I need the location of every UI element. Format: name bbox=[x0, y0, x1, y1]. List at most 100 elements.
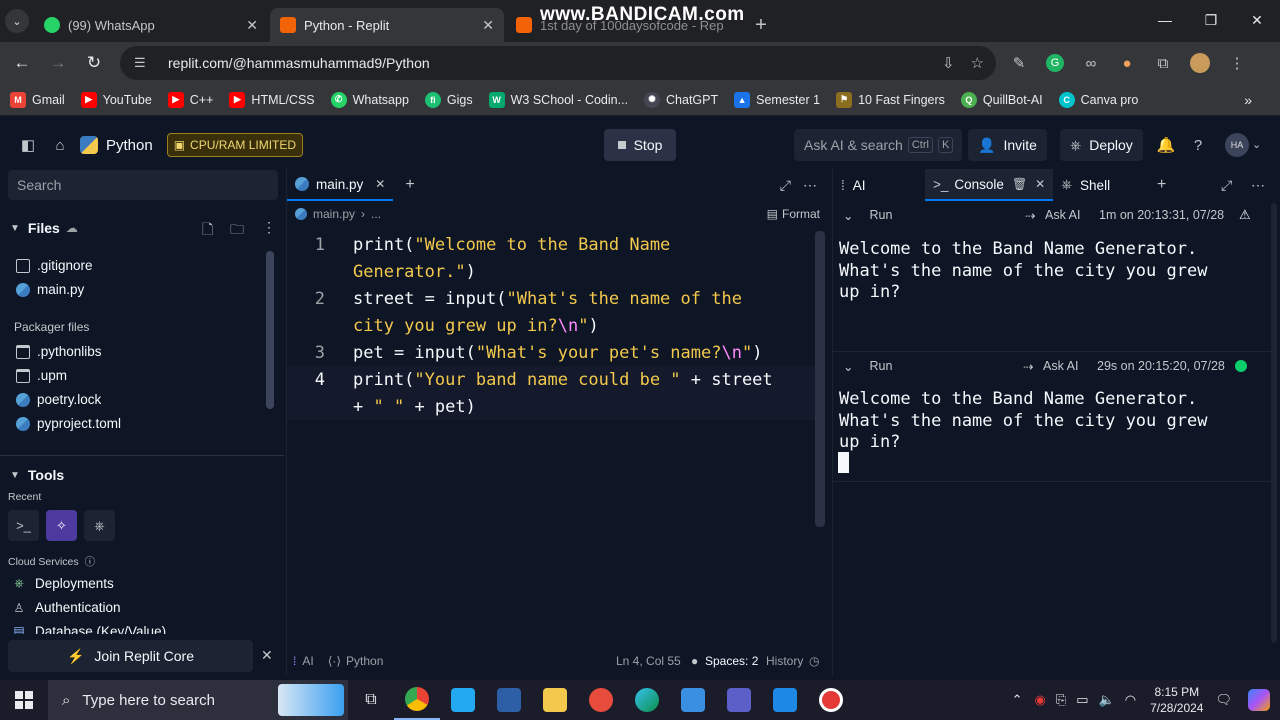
bookmark-w3school[interactable]: W W3 SChool - Codin... bbox=[488, 91, 628, 108]
taskbar-app[interactable] bbox=[716, 680, 762, 720]
battery-icon[interactable]: ▭ bbox=[1076, 692, 1088, 708]
run-header-2[interactable]: ⌄ Run ⇢ Ask AI 29s on 20:15:20, 07/28 bbox=[833, 354, 1273, 378]
close-tab-icon[interactable]: ✕ bbox=[482, 17, 494, 34]
tab-shell[interactable]: ⎈ Shell bbox=[1053, 169, 1118, 201]
toggle-sidebar-icon[interactable]: ◧ bbox=[12, 129, 44, 161]
cloud-database[interactable]: ▤ Database (Key/Value) bbox=[12, 624, 166, 634]
close-tab-icon[interactable]: ✕ bbox=[375, 177, 385, 191]
expand-icon[interactable]: ⤢ bbox=[1221, 177, 1232, 194]
file-poetry-lock[interactable]: poetry.lock bbox=[16, 392, 101, 407]
breadcrumb-more[interactable]: ... bbox=[371, 207, 381, 221]
status-language[interactable]: Python bbox=[346, 654, 383, 668]
editor-scrollbar[interactable] bbox=[815, 231, 825, 527]
more-options-icon[interactable]: ⋯ bbox=[803, 177, 817, 194]
taskbar-bandicam[interactable] bbox=[808, 680, 854, 720]
ai-tool-icon[interactable]: ✧ bbox=[46, 510, 77, 541]
taskbar-file-explorer[interactable] bbox=[532, 680, 578, 720]
file-main-py[interactable]: main.py bbox=[16, 282, 84, 297]
ask-ai-search[interactable]: Ask AI & search Ctrl K bbox=[794, 129, 962, 161]
chrome-menu-icon[interactable]: ⋮ bbox=[1228, 54, 1246, 72]
files-section-header[interactable]: ▼ Files ☁ bbox=[10, 220, 78, 236]
ask-ai-button[interactable]: Ask AI bbox=[1045, 208, 1080, 222]
new-tab-button[interactable]: + bbox=[746, 8, 776, 42]
install-app-icon[interactable]: ⇩ bbox=[942, 54, 955, 72]
bookmark-10fastfingers[interactable]: ⚑ 10 Fast Fingers bbox=[836, 91, 945, 108]
tab-main-py[interactable]: main.py ✕ bbox=[287, 169, 394, 201]
invite-button[interactable]: 👤 Invite bbox=[968, 129, 1047, 161]
taskbar-edge[interactable] bbox=[624, 680, 670, 720]
taskbar-clock[interactable]: 8:15 PM 7/28/2024 bbox=[1150, 684, 1203, 716]
new-folder-icon[interactable]: 🗀 bbox=[230, 219, 244, 243]
format-button[interactable]: ▤ Format bbox=[767, 207, 820, 221]
chevron-down-icon[interactable]: ⌄ bbox=[1252, 138, 1261, 151]
copilot-icon[interactable] bbox=[1248, 689, 1270, 711]
more-options-icon[interactable]: ⋮ bbox=[262, 219, 276, 236]
breadcrumb-file[interactable]: main.py bbox=[313, 207, 355, 221]
back-button[interactable]: ← bbox=[4, 45, 40, 81]
start-button[interactable] bbox=[0, 680, 48, 720]
infinity-extension-icon[interactable]: ∞ bbox=[1082, 54, 1100, 72]
tab-console[interactable]: >_ Console 🗑 ✕ bbox=[925, 169, 1054, 201]
bookmark-htmlcss[interactable]: ▶ HTML/CSS bbox=[229, 91, 315, 108]
close-tab-icon[interactable]: ✕ bbox=[246, 17, 258, 34]
profile-avatar[interactable] bbox=[1190, 53, 1210, 73]
reload-button[interactable]: ↻ bbox=[76, 45, 112, 81]
ask-ai-button[interactable]: Ask AI bbox=[1043, 359, 1078, 373]
taskbar-media[interactable] bbox=[762, 680, 808, 720]
sidebar-search-input[interactable]: Search bbox=[8, 170, 278, 200]
console-input-cursor[interactable] bbox=[838, 452, 849, 473]
bookmark-cpp[interactable]: ▶ C++ bbox=[167, 91, 213, 108]
bookmark-gmail[interactable]: M Gmail bbox=[10, 91, 65, 108]
grammarly-extension-icon[interactable]: G bbox=[1046, 54, 1064, 72]
status-history[interactable]: History bbox=[766, 654, 803, 668]
cloud-authentication[interactable]: ♙ Authentication bbox=[12, 600, 121, 615]
eyedropper-extension-icon[interactable]: ✎ bbox=[1010, 54, 1028, 72]
folder-upm[interactable]: .upm bbox=[16, 368, 67, 383]
address-bar[interactable]: ☰ replit.com/@hammasmuhammad9/Python ⇩ ☆ bbox=[120, 46, 996, 80]
file-pyproject-toml[interactable]: pyproject.toml bbox=[16, 416, 121, 431]
forward-button[interactable]: → bbox=[40, 45, 76, 81]
bookmark-quillbot[interactable]: Q QuillBot-AI bbox=[960, 91, 1043, 108]
bookmark-star-icon[interactable]: ☆ bbox=[971, 54, 984, 72]
status-ai[interactable]: AI bbox=[302, 654, 313, 668]
bookmark-gigs[interactable]: fi Gigs bbox=[424, 91, 473, 108]
add-tab-icon[interactable]: + bbox=[405, 176, 414, 194]
console-scrollbar[interactable] bbox=[1271, 203, 1277, 643]
browser-tab-replit[interactable]: Python - Replit ✕ bbox=[270, 8, 504, 42]
add-tab-icon[interactable]: + bbox=[1157, 176, 1166, 194]
extensions-puzzle-icon[interactable]: ⧉ bbox=[1154, 54, 1172, 72]
site-info-icon[interactable]: ☰ bbox=[134, 55, 154, 71]
stop-button[interactable]: Stop bbox=[604, 129, 676, 161]
restore-button[interactable]: ❐ bbox=[1188, 0, 1234, 40]
more-options-icon[interactable]: ⋯ bbox=[1251, 177, 1265, 194]
help-icon[interactable]: ? bbox=[1182, 129, 1214, 161]
bookmark-chatgpt[interactable]: ✺ ChatGPT bbox=[644, 91, 718, 108]
repl-title[interactable]: Python bbox=[80, 136, 153, 154]
deploy-button[interactable]: ⎈ Deploy bbox=[1060, 129, 1143, 161]
taskbar-mail[interactable] bbox=[670, 680, 716, 720]
deploy-tool-icon[interactable]: ⎈ bbox=[84, 510, 115, 541]
bookmark-semester1[interactable]: ▲ Semester 1 bbox=[734, 91, 820, 108]
file-gitignore[interactable]: .gitignore bbox=[16, 258, 93, 273]
bookmark-youtube[interactable]: ▶ YouTube bbox=[80, 91, 152, 108]
taskbar-wps[interactable] bbox=[578, 680, 624, 720]
tools-section-header[interactable]: ▼ Tools bbox=[10, 467, 64, 483]
cpu-ram-limited-badge[interactable]: ▣ CPU/RAM LIMITED bbox=[166, 133, 304, 157]
taskbar-vscode[interactable] bbox=[440, 680, 486, 720]
status-spaces[interactable]: Spaces: 2 bbox=[705, 654, 758, 668]
taskbar-devcpp[interactable] bbox=[486, 680, 532, 720]
tab-ai[interactable]: ⁞ AI bbox=[833, 169, 925, 201]
task-view-button[interactable]: ⧉ bbox=[348, 680, 394, 720]
folder-pythonlibs[interactable]: .pythonlibs bbox=[16, 344, 102, 359]
bell-icon[interactable]: 🔔 bbox=[1150, 129, 1182, 161]
camera-icon[interactable]: ⎘ bbox=[1056, 692, 1066, 708]
user-avatar[interactable]: HA bbox=[1225, 133, 1249, 157]
run-header-1[interactable]: ⌄ Run ⇢ Ask AI 1m on 20:13:31, 07/28 ⚠ bbox=[833, 203, 1273, 227]
new-file-icon[interactable]: 🗋 bbox=[202, 219, 213, 243]
home-icon[interactable]: ⌂ bbox=[44, 129, 76, 161]
notifications-icon[interactable]: 🗨 bbox=[1215, 692, 1232, 708]
minimize-button[interactable]: — bbox=[1142, 0, 1188, 40]
close-tab-icon[interactable]: ✕ bbox=[1035, 177, 1045, 191]
more-bookmarks-icon[interactable]: » bbox=[1244, 92, 1252, 108]
sidebar-scrollbar[interactable] bbox=[266, 251, 274, 409]
